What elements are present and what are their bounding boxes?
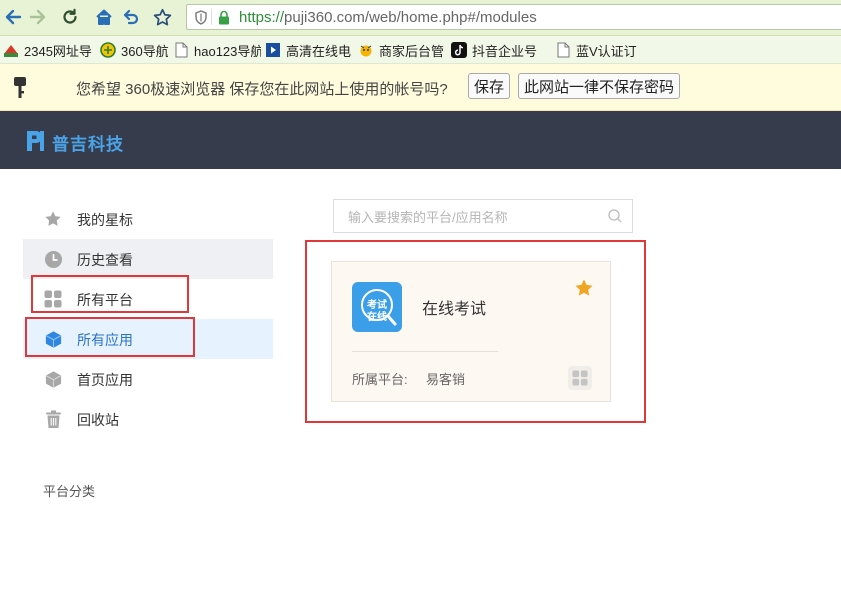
platform-category-label: 平台分类 (43, 484, 96, 499)
bookmark-label: 高清在线电 (286, 43, 352, 59)
bookmark-movie[interactable]: 高清在线电 (265, 41, 353, 59)
platform-label: 所属平台: (352, 372, 408, 387)
reload-button[interactable] (59, 6, 81, 28)
bookmark-label: 2345网址导 (24, 43, 92, 59)
bookmark-label: 360导航 (121, 43, 168, 59)
arrow-left-icon (5, 9, 22, 25)
sidebar-item-my-stars[interactable]: 我的星标 (23, 199, 273, 239)
sidebar-item-recycle-bin[interactable]: 回收站 (23, 399, 273, 439)
home-button[interactable] (93, 6, 115, 28)
bookmark-label: hao123导航 (194, 43, 261, 59)
url-scheme: https:// (239, 9, 285, 26)
save-password-message: 您希望 360极速浏览器 保存您在此网站上使用的帐号吗? (76, 81, 448, 98)
bookmark-hao123[interactable]: hao123导航 (173, 41, 261, 59)
card-divider (352, 351, 498, 352)
highlight-box-all-platforms (31, 275, 189, 313)
film-icon (265, 42, 281, 58)
sidebar-item-label: 我的星标 (77, 212, 133, 228)
clock-icon (43, 249, 63, 269)
home-icon (96, 9, 112, 25)
360-icon (100, 42, 116, 58)
app-title: 在线考试 (422, 301, 487, 318)
bookmark-360[interactable]: 360导航 (100, 41, 168, 59)
lock-icon (219, 10, 229, 25)
platform-value: 易客销 (426, 372, 466, 387)
star-icon[interactable] (574, 278, 594, 298)
url-text: https://puji360.com/web/home.php#/module… (239, 9, 537, 26)
arrow-right-icon (29, 9, 46, 25)
trash-icon (43, 409, 63, 429)
2345-icon (3, 42, 19, 58)
brand-name: 普吉科技 (52, 135, 124, 154)
sidebar-item-label: 历史查看 (77, 252, 133, 268)
key-icon (14, 77, 26, 98)
address-divider (211, 9, 212, 25)
sidebar-item-label: 回收站 (77, 412, 119, 428)
undo-icon (123, 9, 139, 25)
save-password-button[interactable]: 保存 (468, 73, 510, 99)
tiktok-icon (451, 42, 467, 58)
app-logo-text-bottom: 在线 (367, 312, 387, 323)
bookmark-douyin[interactable]: 抖音企业号 (451, 41, 543, 59)
sidebar-item-home-apps[interactable]: 首页应用 (23, 359, 273, 399)
bookmarks-bar: 2345网址导 360导航 hao123导航 高清在线电 商家后台管 抖音企业号… (0, 36, 841, 64)
app-card[interactable]: 考试 在线 在线考试 所属平台: 易客销 (331, 261, 611, 402)
brand-logo-icon (27, 131, 44, 151)
shop-icon (358, 42, 374, 58)
search-input[interactable] (346, 200, 600, 234)
reload-icon (63, 8, 77, 24)
back-button[interactable] (2, 6, 24, 28)
bookmark-label: 抖音企业号 (472, 43, 538, 59)
page-icon (555, 42, 571, 58)
app-logo: 考试 在线 (352, 282, 402, 332)
page-icon (173, 42, 189, 58)
bookmark-2345[interactable]: 2345网址导 (3, 41, 95, 59)
forward-button[interactable] (27, 6, 49, 28)
sidebar-item-history[interactable]: 历史查看 (23, 239, 273, 279)
never-save-password-button[interactable]: 此网站一律不保存密码 (518, 73, 680, 99)
search-icon[interactable] (608, 209, 622, 223)
star-icon (43, 209, 63, 229)
star-outline-icon (153, 8, 171, 25)
bookmark-shop[interactable]: 商家后台管 (358, 41, 444, 59)
sidebar-item-label: 首页应用 (77, 372, 133, 388)
bookmark-blue-v[interactable]: 蓝V认证订 (555, 41, 637, 59)
favorite-button[interactable] (151, 6, 173, 28)
shield-icon (195, 10, 207, 25)
box-icon (43, 369, 63, 389)
highlight-box-all-apps (25, 317, 195, 357)
bookmark-label: 蓝V认证订 (576, 43, 637, 59)
search-box (333, 199, 633, 234)
save-password-bar: 您希望 360极速浏览器 保存您在此网站上使用的帐号吗? 保存 此网站一律不保存… (0, 64, 841, 111)
url-path: puji360.com/web/home.php#/modules (284, 9, 537, 26)
undo-button[interactable] (120, 6, 142, 28)
bookmark-label: 商家后台管 (379, 43, 444, 59)
app-header: 普吉科技 (0, 111, 841, 169)
grid-icon[interactable] (568, 366, 592, 390)
address-bar[interactable]: https://puji360.com/web/home.php#/module… (186, 4, 841, 30)
browser-toolbar: https://puji360.com/web/home.php#/module… (0, 0, 841, 36)
